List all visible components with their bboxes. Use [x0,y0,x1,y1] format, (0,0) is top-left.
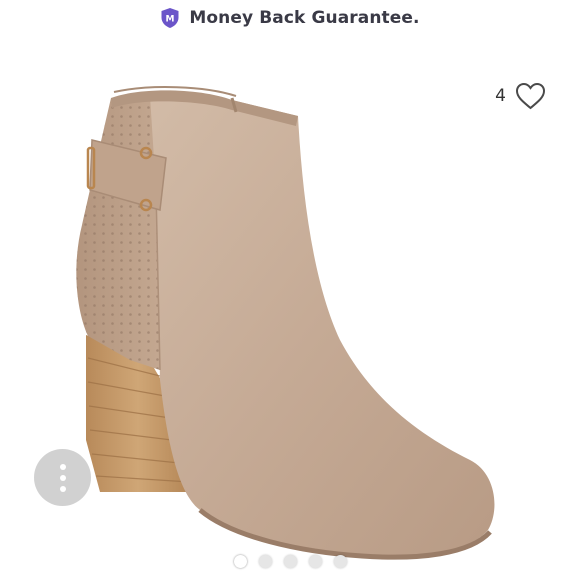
back-quarter-panel [76,96,162,370]
carousel-dot-5[interactable] [333,554,347,568]
shield-badge-letter: M [166,15,175,25]
guarantee-text: Money Back Guarantee. [189,8,420,28]
shield-badge-icon: M [161,8,179,28]
more-options-button[interactable] [34,449,91,506]
heart-outline-icon[interactable] [515,82,546,110]
more-vertical-icon-dot-middle [59,474,66,481]
listing-page: M Money Back Guarantee. 4 [0,0,580,580]
carousel-dot-2[interactable] [258,554,272,568]
more-vertical-icon-dot-top [59,463,66,470]
product-image-ankle-boot[interactable] [0,40,580,580]
carousel-dot-4[interactable] [308,554,322,568]
carousel-dot-1[interactable] [233,554,247,568]
like-count: 4 [495,86,506,106]
carousel-dot-3[interactable] [283,554,297,568]
more-vertical-icon-dot-bottom [59,485,66,492]
money-back-guarantee-banner: M Money Back Guarantee. [0,4,580,32]
like-button[interactable]: 4 [495,82,546,110]
image-carousel-pager [0,553,580,569]
